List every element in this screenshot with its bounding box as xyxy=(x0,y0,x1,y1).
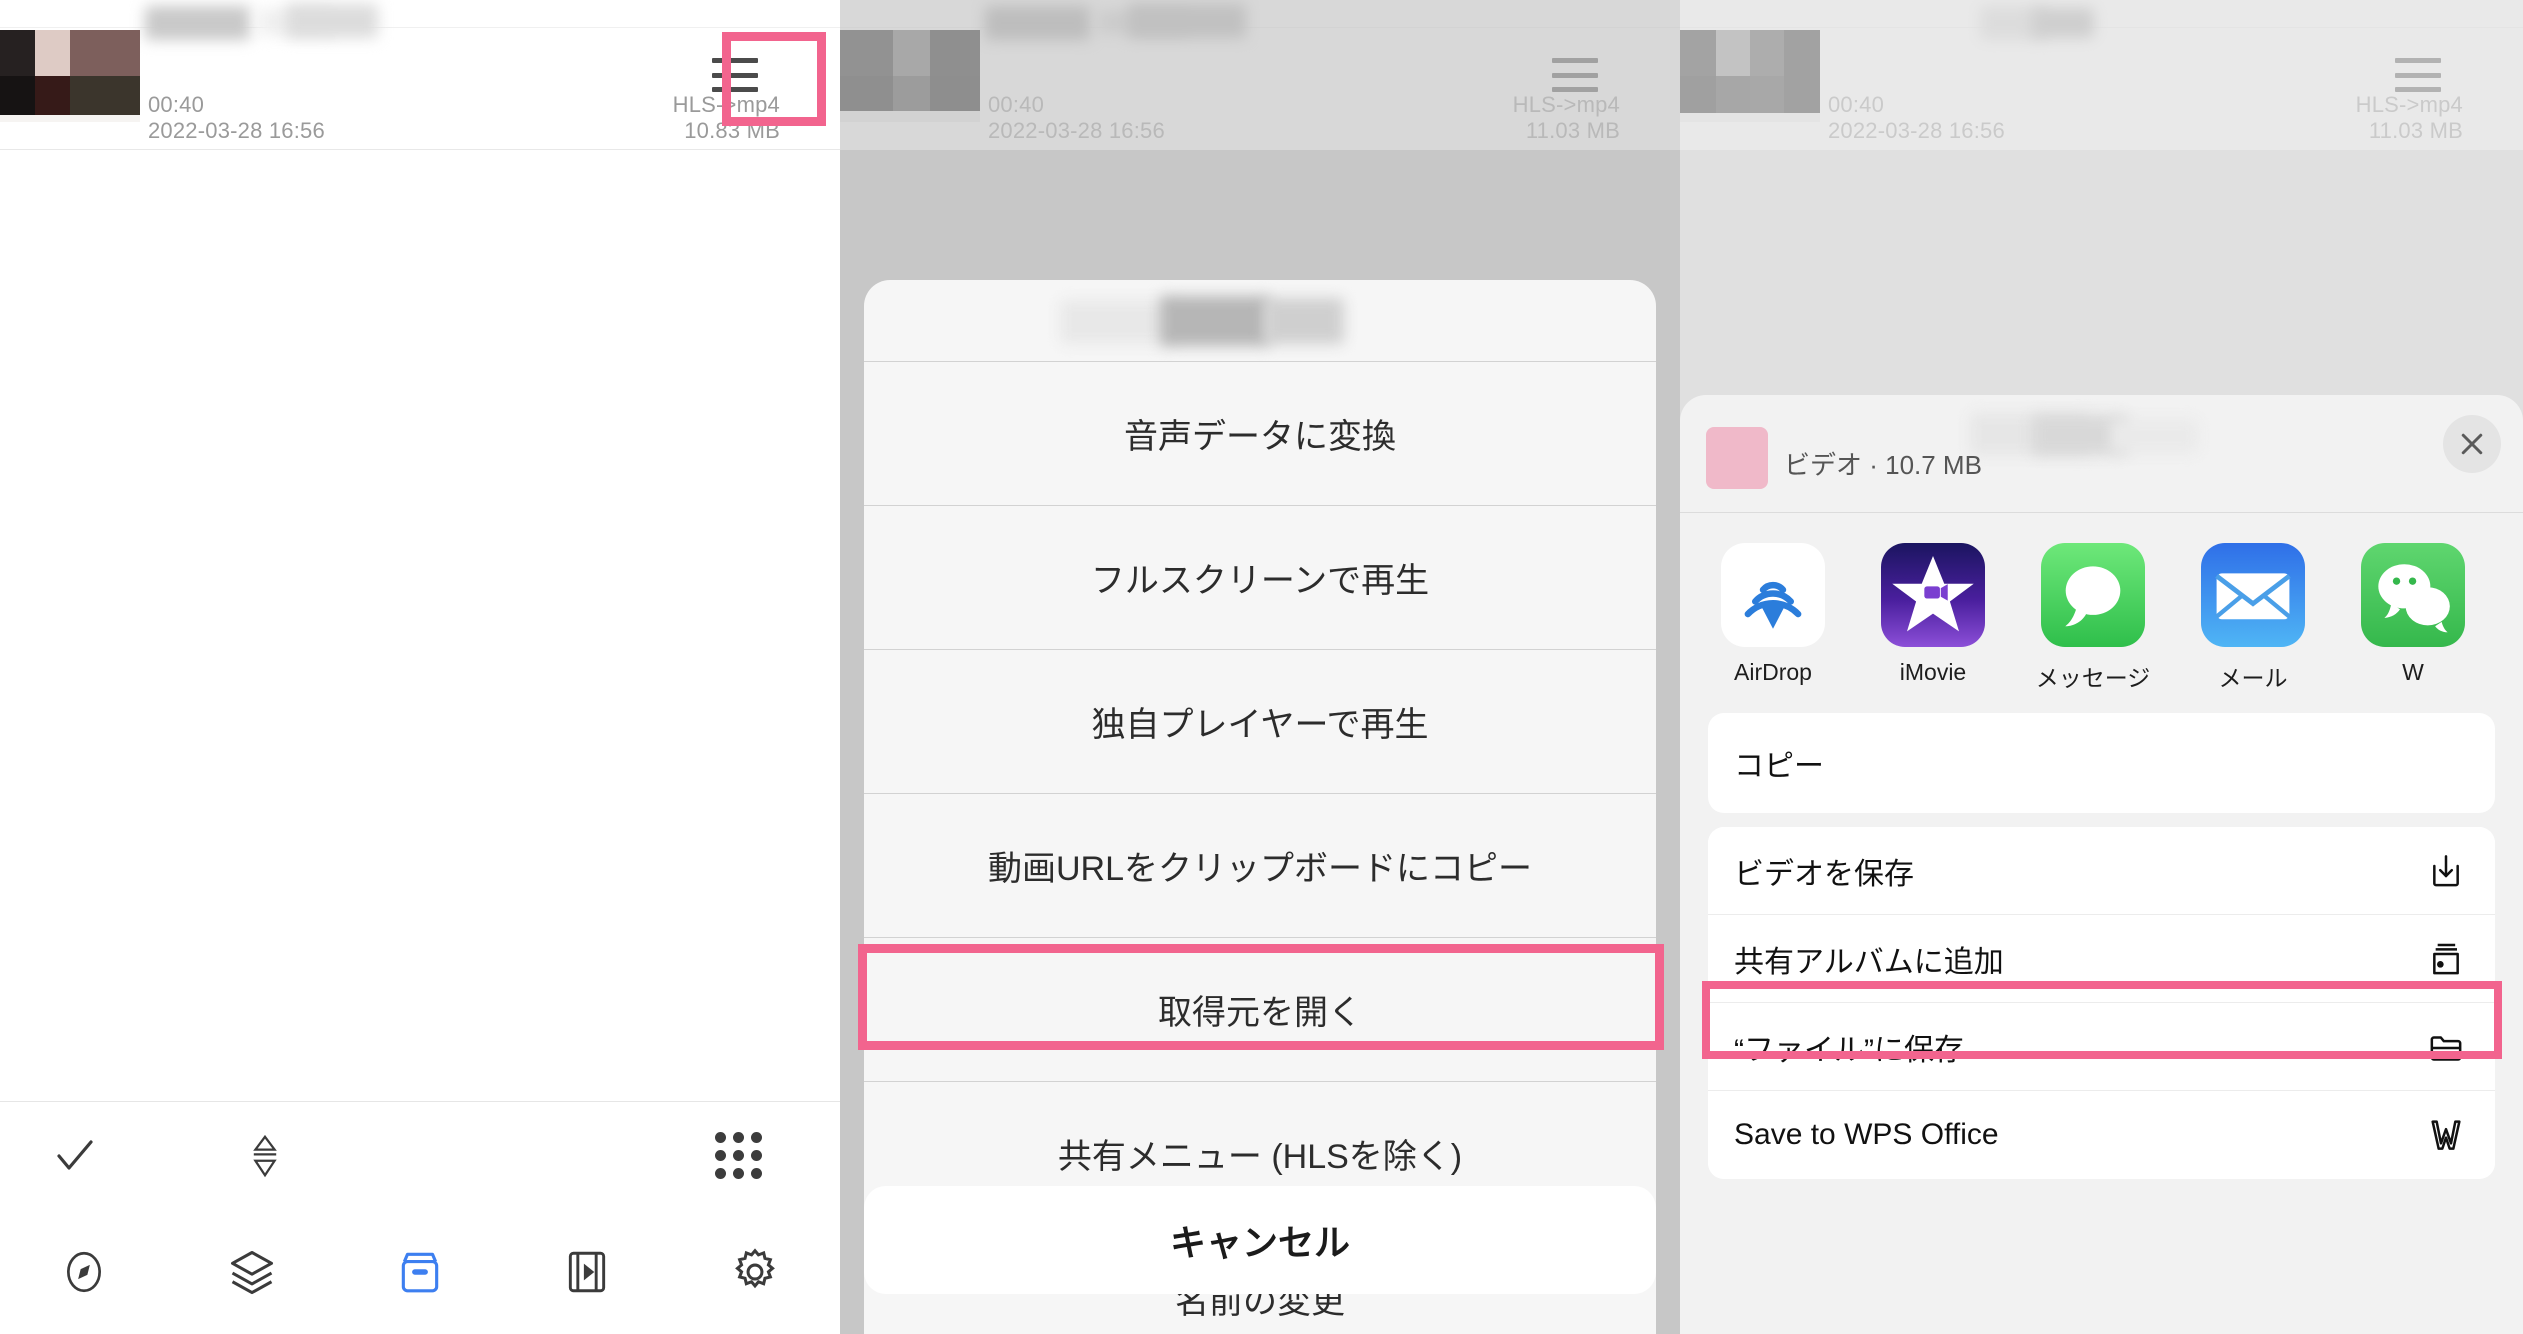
action-sheet-item-play-custom-player[interactable]: 独自プレイヤーで再生 xyxy=(864,650,1656,794)
share-app-messages[interactable]: メッセージ xyxy=(2034,543,2152,693)
share-action-add-shared-album[interactable]: 共有アルバムに追加 xyxy=(1708,915,2495,1003)
action-sheet-item-play-fullscreen[interactable]: フルスクリーンで再生 xyxy=(864,506,1656,650)
share-action-save-to-wps-office[interactable]: Save to WPS Office xyxy=(1708,1091,2495,1179)
nav-bar xyxy=(840,0,1680,40)
blurred-chip-3 xyxy=(1264,298,1344,344)
share-app-imovie[interactable]: iMovie xyxy=(1874,543,1992,693)
share-action-save-to-files[interactable]: “ファイル”に保存 xyxy=(1708,1003,2495,1091)
action-sheet-title-blurred xyxy=(864,280,1656,362)
file-date: 2022-03-28 16:56 xyxy=(148,118,325,143)
share-action-copy[interactable]: コピー xyxy=(1708,713,2495,813)
compass-browser-icon[interactable] xyxy=(59,1247,109,1297)
file-size: 11.03 MB xyxy=(2368,118,2463,143)
list-toolbar xyxy=(0,1101,840,1209)
annotation-highlight-box xyxy=(722,32,826,126)
file-format: HLS->mp4 xyxy=(2355,92,2463,117)
action-sheet-item-convert-audio[interactable]: 音声データに変換 xyxy=(864,362,1656,506)
video-thumbnail xyxy=(1680,30,1820,122)
close-x-icon[interactable] xyxy=(2443,415,2501,473)
share-app-label: W xyxy=(2402,659,2424,685)
hamburger-menu-icon xyxy=(1552,58,1598,92)
panel-file-list: 00:40 HLS->mp4 2022-03-28 16:56 10.83 MB xyxy=(0,0,840,1334)
airdrop-icon xyxy=(1721,543,1825,647)
blurred-chip-1 xyxy=(1060,300,1176,344)
blurred-title-chip-3 xyxy=(286,4,378,38)
file-duration: 00:40 xyxy=(988,92,1045,117)
save-download-icon xyxy=(2423,848,2469,894)
nav-bar xyxy=(0,0,840,40)
share-app-row[interactable]: AirDrop iMovie メッセージ メール W xyxy=(1680,513,2523,713)
blurred-title-chip-3 xyxy=(1128,4,1246,38)
annotation-highlight-box xyxy=(858,944,1664,1050)
mail-envelope-icon xyxy=(2201,543,2305,647)
share-preview-subtitle: ビデオ · 10.7 MB xyxy=(1784,450,1982,480)
layers-stack-icon[interactable] xyxy=(226,1246,278,1298)
share-app-label: iMovie xyxy=(1899,659,1967,685)
share-sheet: ビデオ · 10.7 MB AirDrop iMovie メッセージ メール W… xyxy=(1680,395,2523,1334)
file-format: HLS->mp4 xyxy=(1512,92,1620,117)
file-size: 11.03 MB xyxy=(1525,118,1620,143)
action-label: 動画URLをクリップボードにコピー xyxy=(987,850,1532,888)
share-action-card-copy: コピー xyxy=(1708,713,2495,813)
share-app-label: メッセージ xyxy=(2035,665,2151,691)
three-panel-screenshot-strip: 00:40 HLS->mp4 2022-03-28 16:56 10.83 MB xyxy=(0,0,2523,1334)
gear-settings-icon[interactable] xyxy=(729,1246,781,1298)
file-date: 2022-03-28 16:56 xyxy=(988,118,1165,143)
file-date: 2022-03-28 16:56 xyxy=(1828,118,2005,143)
blurred-title-chip xyxy=(145,6,250,40)
share-preview-thumbnail xyxy=(1706,427,1768,489)
messages-bubble-icon xyxy=(2041,543,2145,647)
copy-placeholder-icon xyxy=(2423,740,2469,786)
file-row: 00:40 HLS->mp4 2022-03-28 16:56 11.03 MB xyxy=(1680,0,2523,150)
sort-updown-icon[interactable] xyxy=(190,1132,340,1180)
grid-nine-dots-icon[interactable] xyxy=(715,1132,762,1179)
share-app-mail[interactable]: メール xyxy=(2194,543,2312,693)
share-action-save-video[interactable]: ビデオを保存 xyxy=(1708,827,2495,915)
share-action-label: “ファイル”に保存 xyxy=(1734,1033,1964,1067)
blurred-filename-chip-3 xyxy=(2110,419,2198,453)
file-row: 00:40 HLS->mp4 2022-03-28 16:56 11.03 MB xyxy=(840,0,1680,150)
action-label: フルスクリーンで再生 xyxy=(1090,562,1430,600)
panel-action-sheet: 00:40 HLS->mp4 2022-03-28 16:56 11.03 MB… xyxy=(840,0,1680,1334)
share-app-airdrop[interactable]: AirDrop xyxy=(1714,543,1832,693)
folder-icon xyxy=(2423,1024,2469,1070)
action-label: 共有メニュー (HLSを除く) xyxy=(1057,1138,1463,1176)
action-label: 独自プレイヤーで再生 xyxy=(1091,706,1429,744)
imovie-star-icon xyxy=(1881,543,1985,647)
share-sheet-header: ビデオ · 10.7 MB xyxy=(1680,395,2523,513)
action-label: 音声データに変換 xyxy=(1124,418,1396,456)
file-duration: 00:40 xyxy=(1828,92,1885,117)
blurred-title-chip xyxy=(985,6,1090,40)
nav-bar xyxy=(1680,0,2523,40)
wps-office-icon xyxy=(2423,1112,2469,1158)
file-list-empty-area xyxy=(0,150,840,1184)
file-row[interactable]: 00:40 HLS->mp4 2022-03-28 16:56 10.83 MB xyxy=(0,0,840,150)
share-app-label: AirDrop xyxy=(1734,659,1812,685)
cancel-label: キャンセル xyxy=(1169,1222,1350,1263)
bottom-tab-bar xyxy=(0,1209,840,1334)
cancel-button[interactable]: キャンセル xyxy=(864,1186,1656,1294)
action-sheet: 音声データに変換 フルスクリーンで再生 独自プレイヤーで再生 動画URLをクリッ… xyxy=(864,280,1656,1334)
share-action-label: Save to WPS Office xyxy=(1734,1118,1999,1151)
video-thumbnail xyxy=(0,30,140,122)
share-app-wechat[interactable]: W xyxy=(2354,543,2472,693)
action-sheet-item-copy-video-url[interactable]: 動画URLをクリップボードにコピー xyxy=(864,794,1656,938)
blurred-chip-2 xyxy=(1160,296,1270,346)
checkmark-icon[interactable] xyxy=(0,1132,150,1180)
film-play-icon[interactable] xyxy=(562,1247,612,1297)
share-action-label: ビデオを保存 xyxy=(1734,857,1914,891)
panel-share-sheet: 00:40 HLS->mp4 2022-03-28 16:56 11.03 MB… xyxy=(1680,0,2523,1334)
file-duration: 00:40 xyxy=(148,92,205,117)
blurred-title-chip-2 xyxy=(2032,8,2094,38)
share-action-card-main: ビデオを保存 共有アルバムに追加 “ファイル”に保存 Save to WPS O… xyxy=(1708,827,2495,1179)
share-action-label: 共有アルバムに追加 xyxy=(1734,945,2004,979)
box-archive-icon[interactable] xyxy=(395,1247,445,1297)
wechat-icon xyxy=(2361,543,2465,647)
video-thumbnail xyxy=(840,30,980,122)
share-action-list: コピー ビデオを保存 共有アルバムに追加 “ファイル”に保存 Save to W… xyxy=(1680,713,2523,1179)
share-app-label: メール xyxy=(2218,665,2288,691)
share-action-label: コピー xyxy=(1734,750,1824,783)
hamburger-menu-icon xyxy=(2395,58,2441,92)
shared-album-icon xyxy=(2423,936,2469,982)
